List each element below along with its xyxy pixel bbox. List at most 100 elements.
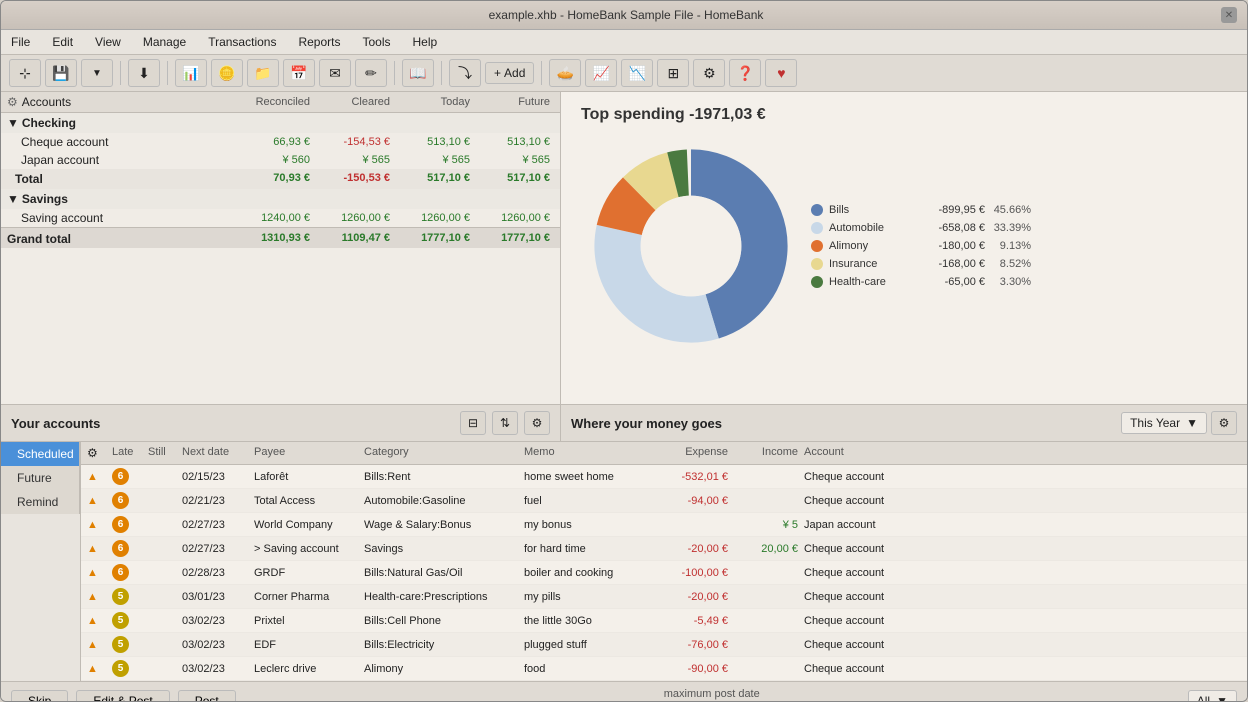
sort-icon-btn[interactable]: ⇅ — [492, 411, 518, 435]
toolbar-folder-btn[interactable]: 📁 — [247, 59, 279, 87]
toolbar-heart-btn[interactable]: ♥ — [765, 59, 797, 87]
toolbar-pie-btn[interactable]: 🥧 — [549, 59, 581, 87]
menu-tools[interactable]: Tools — [358, 33, 394, 51]
left-bottom-actions: ⊟ ⇅ ⚙ — [460, 411, 550, 435]
toolbar-chart-btn[interactable]: 📊 — [175, 59, 207, 87]
period-dropdown[interactable]: This Year ▼ — [1121, 412, 1207, 434]
filter-dropdown[interactable]: All ▼ — [1188, 690, 1237, 702]
health-amount: -65,00 € — [915, 276, 985, 288]
chart-bottom-bar: Where your money goes This Year ▼ ⚙ — [561, 404, 1247, 441]
tab-remind[interactable]: Remind — [1, 490, 80, 514]
checking-total-future: 517,10 € — [474, 172, 554, 186]
category-col-header: Category — [361, 442, 521, 464]
health-label: Health-care — [829, 276, 909, 288]
japan-account-row[interactable]: Japan account ¥ 560 ¥ 565 ¥ 565 ¥ 565 — [1, 151, 560, 169]
chart-content: Top spending -1971,03 € — [581, 106, 1227, 394]
memo-cell: food — [521, 660, 651, 678]
savings-label: Savings — [22, 192, 68, 206]
table-row[interactable]: ▲ 5 03/02/23 Leclerc drive Alimony food … — [81, 657, 1247, 681]
tab-scheduled[interactable]: Scheduled — [1, 442, 80, 466]
menu-edit[interactable]: Edit — [48, 33, 77, 51]
filter-icon-btn[interactable]: ⊟ — [460, 411, 486, 435]
health-dot — [811, 276, 823, 288]
toolbar-import-btn[interactable]: ⤵ — [449, 59, 481, 87]
bills-dot — [811, 204, 823, 216]
table-row[interactable]: ▲ 5 03/02/23 EDF Bills:Electricity plugg… — [81, 633, 1247, 657]
tab-future[interactable]: Future — [1, 466, 80, 490]
chart-settings-btn[interactable]: ⚙ — [1211, 411, 1237, 435]
income-cell — [731, 642, 801, 648]
next-date-cell: 02/28/23 — [179, 564, 251, 582]
toolbar-download-btn[interactable]: ⬇ — [128, 59, 160, 87]
checking-group-row[interactable]: ▼Checking — [1, 113, 560, 133]
menu-manage[interactable]: Manage — [139, 33, 190, 51]
badge-cell: 6 — [109, 513, 145, 536]
badge-cell: 5 — [109, 633, 145, 656]
gear-col[interactable]: ⚙ — [81, 442, 109, 464]
checking-total-cleared: -150,53 € — [314, 172, 394, 186]
toolbar-calendar-btn[interactable]: 📅 — [283, 59, 315, 87]
insurance-dot — [811, 258, 823, 270]
gear-icon[interactable]: ⚙ — [7, 95, 18, 109]
menu-reports[interactable]: Reports — [294, 33, 344, 51]
account-cell: Cheque account — [801, 564, 911, 582]
post-button[interactable]: Post — [178, 690, 236, 702]
badge-cell: 5 — [109, 585, 145, 608]
saving-account-row[interactable]: Saving account 1240,00 € 1260,00 € 1260,… — [1, 209, 560, 227]
accounts-panel: ⚙ Accounts Reconciled Cleared Today Futu… — [1, 92, 561, 441]
tx-rows: ▲ 6 02/15/23 Laforêt Bills:Rent home swe… — [81, 465, 1247, 681]
alimony-dot — [811, 240, 823, 252]
savings-group-row[interactable]: ▼Savings — [1, 189, 560, 209]
table-row[interactable]: ▲ 6 02/21/23 Total Access Automobile:Gas… — [81, 489, 1247, 513]
toolbar-pen-btn[interactable]: ✏ — [355, 59, 387, 87]
toolbar-envelope-btn[interactable]: ✉ — [319, 59, 351, 87]
menu-transactions[interactable]: Transactions — [204, 33, 280, 51]
period-selector: This Year ▼ ⚙ — [1121, 411, 1237, 435]
skip-button[interactable]: Skip — [11, 690, 68, 702]
cheque-cleared: -154,53 € — [314, 136, 394, 148]
japan-reconciled: ¥ 560 — [224, 154, 314, 166]
toolbar-add-btn[interactable]: + Add — [485, 62, 534, 84]
warn-icon: ▲ — [81, 660, 109, 678]
edit-post-button[interactable]: Edit & Post — [76, 690, 169, 702]
insurance-label: Insurance — [829, 258, 909, 270]
title-bar: example.xhb - HomeBank Sample File - Hom… — [1, 1, 1247, 30]
table-row[interactable]: ▲ 6 02/27/23 World Company Wage & Salary… — [81, 513, 1247, 537]
close-button[interactable]: ✕ — [1221, 7, 1237, 23]
toolbar-cursor-btn[interactable]: ⊹ — [9, 59, 41, 87]
table-row[interactable]: ▲ 5 03/01/23 Corner Pharma Health-care:P… — [81, 585, 1247, 609]
expense-cell: -20,00 € — [651, 588, 731, 606]
nextdate-col-header: Next date — [179, 442, 251, 464]
toolbar-help-btn[interactable]: ❓ — [729, 59, 761, 87]
checking-group: ▼Checking Cheque account 66,93 € -154,53… — [1, 113, 560, 189]
category-cell: Alimony — [361, 660, 521, 678]
menu-view[interactable]: View — [91, 33, 125, 51]
toolbar-dropdown-btn[interactable]: ▼ — [81, 59, 113, 87]
table-row[interactable]: ▲ 6 02/27/23 > Saving account Savings fo… — [81, 537, 1247, 561]
table-row[interactable]: ▲ 5 03/02/23 Prixtel Bills:Cell Phone th… — [81, 609, 1247, 633]
still-cell — [145, 666, 179, 672]
menu-help[interactable]: Help — [409, 33, 442, 51]
toolbar-coin-btn[interactable]: 🪙 — [211, 59, 243, 87]
settings-icon-btn[interactable]: ⚙ — [524, 411, 550, 435]
late-badge: 5 — [112, 660, 129, 677]
grand-cleared: 1109,47 € — [314, 232, 394, 246]
cheque-account-row[interactable]: Cheque account 66,93 € -154,53 € 513,10 … — [1, 133, 560, 151]
toolbar-line-btn[interactable]: 📈 — [585, 59, 617, 87]
next-date-cell: 03/01/23 — [179, 588, 251, 606]
expense-cell: -76,00 € — [651, 636, 731, 654]
still-cell — [145, 498, 179, 504]
table-row[interactable]: ▲ 6 02/15/23 Laforêt Bills:Rent home swe… — [81, 465, 1247, 489]
table-row[interactable]: ▲ 6 02/28/23 GRDF Bills:Natural Gas/Oil … — [81, 561, 1247, 585]
toolbar-save-btn[interactable]: 💾 — [45, 59, 77, 87]
income-cell — [731, 594, 801, 600]
toolbar-book-btn[interactable]: 📖 — [402, 59, 434, 87]
toolbar-gear-btn[interactable]: ⚙ — [693, 59, 725, 87]
chart-area: Top spending -1971,03 € — [561, 92, 1247, 404]
grand-future: 1777,10 € — [474, 232, 554, 246]
menu-file[interactable]: File — [7, 33, 34, 51]
toolbar-table-btn[interactable]: ⊞ — [657, 59, 689, 87]
still-cell — [145, 522, 179, 528]
toolbar-bar-btn[interactable]: 📉 — [621, 59, 653, 87]
payee-cell: Total Access — [251, 492, 361, 510]
